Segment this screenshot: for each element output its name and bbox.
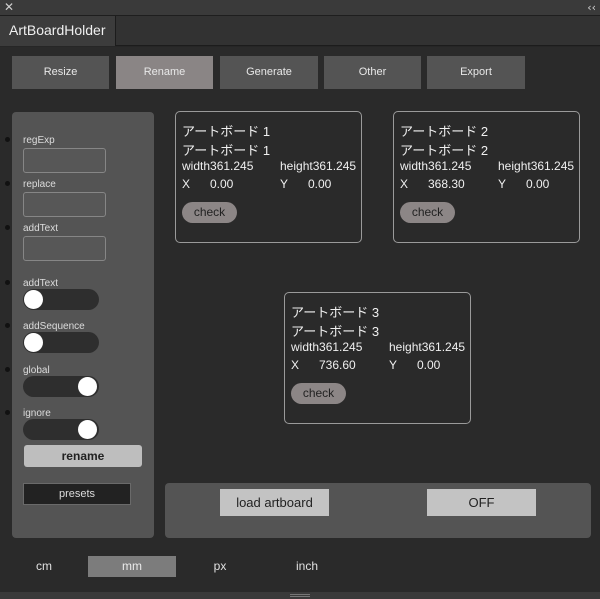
regexp-label: regExp bbox=[23, 135, 55, 146]
addsequence-toggle-label: addSequence bbox=[23, 321, 85, 332]
unit-inch-button[interactable]: inch bbox=[264, 556, 350, 577]
off-button[interactable]: OFF bbox=[427, 489, 536, 516]
artboard-x-label: X bbox=[400, 177, 409, 191]
artboard-width: width361.245 bbox=[291, 340, 363, 354]
ignore-toggle[interactable] bbox=[23, 419, 99, 440]
artboard-y-label: Y bbox=[498, 177, 507, 191]
artboard-y-value: 0.00 bbox=[308, 177, 332, 191]
artboard-x-label: X bbox=[182, 177, 191, 191]
artboard-y-value: 0.00 bbox=[417, 358, 441, 372]
artboard-height: height361.245 bbox=[389, 340, 466, 354]
collapse-icon[interactable]: ‹‹ bbox=[587, 1, 596, 14]
artboard-new-name: アートボード 1 bbox=[182, 143, 271, 158]
artboard-actions-panel: load artboard OFF bbox=[165, 483, 591, 538]
addtext-input[interactable] bbox=[23, 236, 106, 261]
global-toggle[interactable] bbox=[23, 376, 99, 397]
rename-button[interactable]: rename bbox=[24, 445, 142, 467]
regexp-input[interactable] bbox=[23, 148, 106, 173]
nav-other-button[interactable]: Other bbox=[324, 56, 421, 89]
unit-cm-button[interactable]: cm bbox=[0, 556, 88, 577]
unit-px-button[interactable]: px bbox=[176, 556, 264, 577]
panel-statusbar bbox=[0, 592, 600, 599]
unit-mm-button[interactable]: mm bbox=[88, 556, 176, 577]
nav-resize-button[interactable]: Resize bbox=[12, 56, 109, 89]
artboard-height: height361.245 bbox=[498, 159, 575, 173]
artboard-card-1: アートボード 1 アートボード 1 width361.245 height361… bbox=[175, 111, 362, 243]
bullet-icon bbox=[5, 323, 10, 328]
panel-titlebar: ✕ ‹‹ bbox=[0, 0, 600, 16]
artboard-name: アートボード 2 bbox=[400, 124, 489, 139]
load-artboard-button[interactable]: load artboard bbox=[220, 489, 329, 516]
artboard-width: width361.245 bbox=[400, 159, 472, 173]
artboard-check-button[interactable]: check bbox=[400, 202, 455, 223]
presets-button[interactable]: presets bbox=[23, 483, 131, 505]
panel-tab-artboardholder[interactable]: ArtBoardHolder bbox=[0, 16, 116, 46]
bullet-icon bbox=[5, 181, 10, 186]
artboard-x-value: 368.30 bbox=[428, 177, 465, 191]
ignore-toggle-label: ignore bbox=[23, 408, 51, 419]
toggle-knob bbox=[78, 377, 97, 396]
replace-input[interactable] bbox=[23, 192, 106, 217]
bullet-icon bbox=[5, 280, 10, 285]
artboard-height: height361.245 bbox=[280, 159, 357, 173]
toggle-knob bbox=[78, 420, 97, 439]
artboard-check-button[interactable]: check bbox=[291, 383, 346, 404]
nav-rename-button[interactable]: Rename bbox=[116, 56, 213, 89]
bullet-icon bbox=[5, 137, 10, 142]
close-icon[interactable]: ✕ bbox=[4, 1, 14, 14]
artboard-card-3: アートボード 3 アートボード 3 width361.245 height361… bbox=[284, 292, 471, 424]
artboard-new-name: アートボード 2 bbox=[400, 143, 489, 158]
artboard-x-value: 736.60 bbox=[319, 358, 356, 372]
nav-export-button[interactable]: Export bbox=[427, 56, 525, 89]
artboard-check-button[interactable]: check bbox=[182, 202, 237, 223]
replace-label: replace bbox=[23, 179, 56, 190]
artboard-card-2: アートボード 2 アートボード 2 width361.245 height361… bbox=[393, 111, 580, 243]
artboard-name: アートボード 3 bbox=[291, 305, 380, 320]
global-toggle-label: global bbox=[23, 365, 50, 376]
artboard-x-label: X bbox=[291, 358, 300, 372]
toggle-knob bbox=[24, 333, 43, 352]
artboard-x-value: 0.00 bbox=[210, 177, 234, 191]
artboard-new-name: アートボード 3 bbox=[291, 324, 380, 339]
bullet-icon bbox=[5, 225, 10, 230]
addtext-toggle[interactable] bbox=[23, 289, 99, 310]
artboard-y-label: Y bbox=[389, 358, 398, 372]
artboard-y-label: Y bbox=[280, 177, 289, 191]
addsequence-toggle[interactable] bbox=[23, 332, 99, 353]
panel-tab-strip: ArtBoardHolder bbox=[0, 16, 600, 46]
artboard-width: width361.245 bbox=[182, 159, 254, 173]
addtext-toggle-label: addText bbox=[23, 278, 59, 289]
artboard-y-value: 0.00 bbox=[526, 177, 550, 191]
bullet-icon bbox=[5, 410, 10, 415]
resize-grip-icon[interactable] bbox=[290, 594, 310, 597]
nav-generate-button[interactable]: Generate bbox=[220, 56, 318, 89]
toggle-knob bbox=[24, 290, 43, 309]
artboard-name: アートボード 1 bbox=[182, 124, 271, 139]
bullet-icon bbox=[5, 367, 10, 372]
addtext-label: addText bbox=[23, 223, 59, 234]
